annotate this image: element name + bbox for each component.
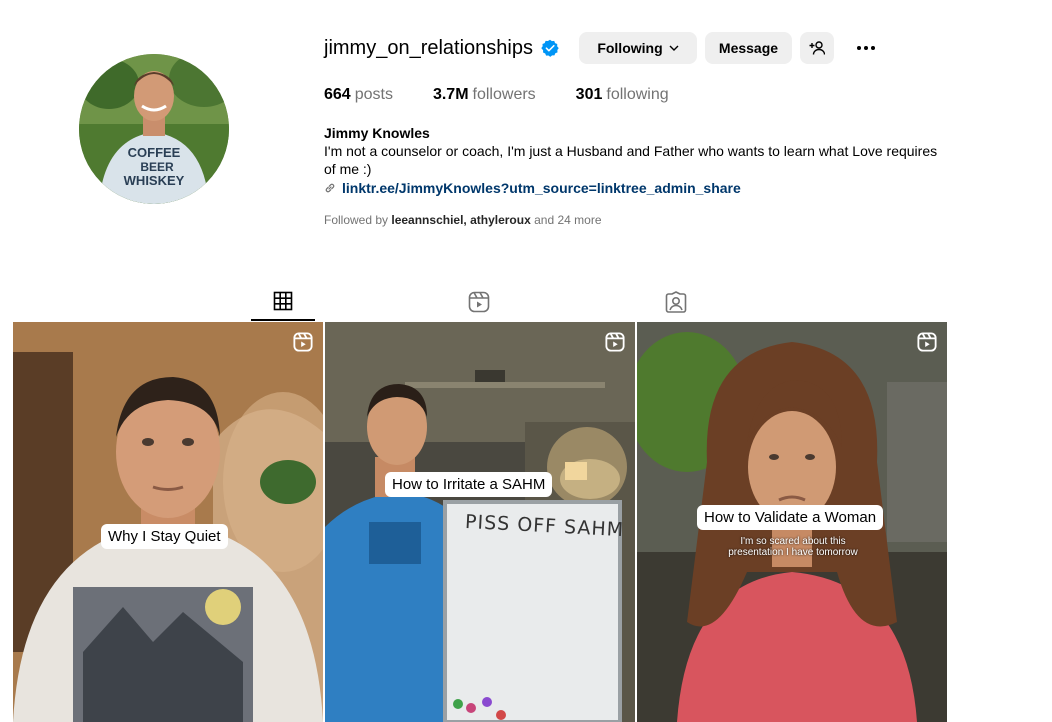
followers-count-number: 3.7M [432,86,469,103]
dot [863,46,868,50]
avatar-shirt-text-3: WHISKEY [124,173,185,188]
post-thumbnail [13,322,323,722]
following-count-label: following [606,86,669,103]
post-subcaption: I'm so scared about this presentation I … [728,536,858,558]
bio-link[interactable]: linktr.ee/JimmyKnowles?utm_source=linktr… [324,179,944,197]
tab-posts[interactable] [251,283,315,321]
chevron-down-icon [669,45,679,51]
dot [856,46,861,50]
post-caption: How to Validate a Woman [697,505,884,530]
tagged-icon [665,291,687,313]
suggest-user-button[interactable] [799,32,834,64]
profile-bio: Jimmy Knowles I'm not a counselor or coa… [324,124,944,229]
avatar-shirt-text-2: BEER [140,160,174,174]
profile-top-row: jimmy_on_relationships Following Message [324,32,1024,64]
avatar-shirt-text-1: COFFEE [128,145,181,160]
followed-by-names: leeannschiel, athyleroux [391,213,531,227]
reel-badge-icon [605,332,625,352]
reels-icon [468,291,490,313]
dot [870,46,875,50]
followed-by-prefix: Followed by [324,213,389,227]
following-button-label: Following [597,40,663,56]
following-count[interactable]: 301 following [576,86,669,104]
post-caption: How to Irritate a SAHM [385,472,553,497]
post-tile[interactable]: Why I Stay Quiet [13,322,323,722]
followed-by[interactable]: Followed by leeannschiel, athyleroux and… [324,211,944,229]
followers-count[interactable]: 3.7M followers [433,86,536,104]
posts-count: 664 posts [324,86,393,104]
post-tile[interactable]: How to Validate a Woman I'm so scared ab… [637,322,947,722]
profile-tabs [250,283,850,321]
username: jimmy_on_relationships [324,36,533,59]
profile-avatar[interactable]: COFFEE BEER WHISKEY [79,54,229,204]
bio-link-text: linktr.ee/JimmyKnowles?utm_source=linktr… [342,180,741,196]
reel-badge-icon [293,332,313,352]
tab-tagged[interactable] [644,283,708,321]
link-icon [325,183,335,193]
profile-stats: 664 posts 3.7M followers 301 following [324,86,1024,104]
grid-icon [273,291,293,311]
reel-badge-icon [917,332,937,352]
profile-header: jimmy_on_relationships Following Message… [324,32,1024,229]
post-caption: Why I Stay Quiet [101,524,228,549]
more-options-icon[interactable] [850,32,882,64]
message-button-label: Message [718,40,779,56]
followers-count-label: followers [472,86,536,103]
posts-count-number: 664 [324,86,351,103]
post-tile[interactable]: PISS OFF SAHM How to Irritate a SAHM [325,322,635,722]
posts-grid: Why I Stay Quiet PISS OFF SAHM How to Ir… [13,322,947,722]
tab-reels[interactable] [447,283,511,321]
posts-count-label: posts [354,86,393,103]
bio-text: I'm not a counselor or coach, I'm just a… [324,143,938,177]
following-count-number: 301 [575,86,603,103]
following-button[interactable]: Following [578,32,697,64]
verified-badge-icon [541,39,559,57]
full-name: Jimmy Knowles [324,125,430,141]
followed-by-suffix: and 24 more [534,213,602,227]
message-button[interactable]: Message [704,32,792,64]
add-user-icon [809,41,825,55]
